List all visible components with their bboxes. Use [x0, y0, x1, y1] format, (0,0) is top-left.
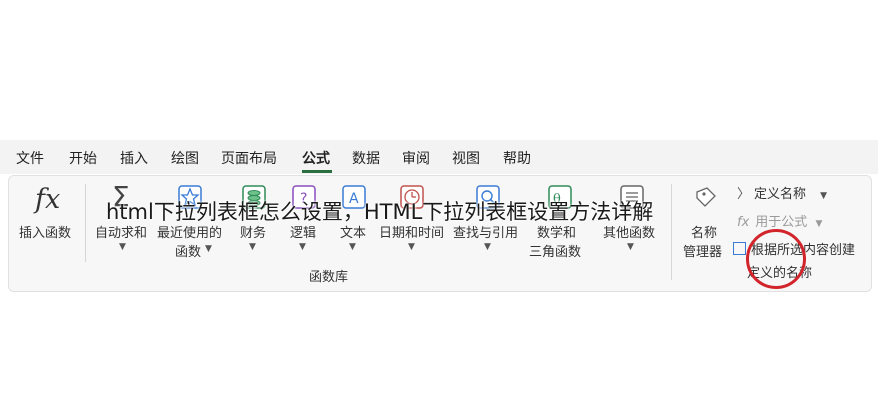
chevron-down-icon: ▼ [249, 242, 256, 252]
tab-insert[interactable]: 插入 [120, 148, 148, 168]
recently-used-label-2: 函数 [175, 245, 202, 260]
chevron-down-icon: ▼ [484, 242, 491, 252]
tab-file[interactable]: 文件 [16, 148, 44, 168]
screenshot-page: 文件 开始 插入 绘图 页面布局 公式 数据 审阅 视图 帮助 fx 插入函数 … [0, 0, 878, 405]
insert-function-label: 插入函数 [19, 226, 72, 241]
define-name-button[interactable]: 〉 定义名称 ▼ [737, 183, 827, 202]
chevron-down-icon: ▼ [627, 242, 634, 252]
tab-help[interactable]: 帮助 [503, 148, 531, 168]
highlight-circle [746, 229, 806, 289]
name-manager-button[interactable]: 名称 管理器 [677, 180, 733, 260]
chevron-down-icon: ▼ [119, 242, 126, 252]
math-trig-label-2: 三角函数 [529, 245, 582, 260]
insert-function-button[interactable]: fx 插入函数 [15, 182, 79, 252]
active-tab-indicator [302, 170, 332, 173]
separator [85, 184, 86, 262]
chevron-down-icon: ▼ [820, 191, 828, 201]
name-manager-label-2: 管理器 [683, 245, 723, 260]
function-library-group-label: 函数库 [309, 270, 349, 285]
name-tag-icon [696, 187, 716, 207]
separator [671, 184, 672, 280]
tab-home[interactable]: 开始 [69, 148, 97, 168]
tab-review[interactable]: 审阅 [402, 148, 430, 168]
use-in-formula-label: 用于公式 [755, 215, 808, 230]
tab-draw[interactable]: 绘图 [171, 148, 199, 168]
tab-data[interactable]: 数据 [352, 148, 380, 168]
tab-page-layout[interactable]: 页面布局 [221, 148, 277, 168]
formula-icon: fx [737, 215, 750, 230]
ribbon-panel: fx 插入函数 Σ 自动求和 ▼ 最近使用的 函数 ▼ 财务 ▼ ? 逻辑 ▼ … [8, 175, 872, 292]
chevron-down-icon: ▼ [205, 244, 212, 254]
chevron-down-icon: ▼ [349, 242, 356, 252]
tag-icon: 〉 [737, 187, 751, 202]
tab-formulas[interactable]: 公式 [302, 148, 330, 168]
table-grid-icon [733, 242, 746, 255]
chevron-down-icon: ▼ [299, 242, 306, 252]
ribbon-tab-bar: 文件 开始 插入 绘图 页面布局 公式 数据 审阅 视图 帮助 [0, 140, 878, 174]
chevron-down-icon: ▼ [815, 219, 823, 229]
define-name-label: 定义名称 [754, 187, 807, 202]
function-fx-icon: fx [35, 184, 61, 215]
name-manager-label: 名称 [691, 226, 718, 241]
tab-view[interactable]: 视图 [452, 148, 480, 168]
article-title-overlay: html下拉列表框怎么设置，HTML下拉列表框设置方法详解 [106, 200, 654, 224]
use-in-formula-button[interactable]: fx 用于公式 ▼ [737, 211, 822, 230]
chevron-down-icon: ▼ [408, 242, 415, 252]
